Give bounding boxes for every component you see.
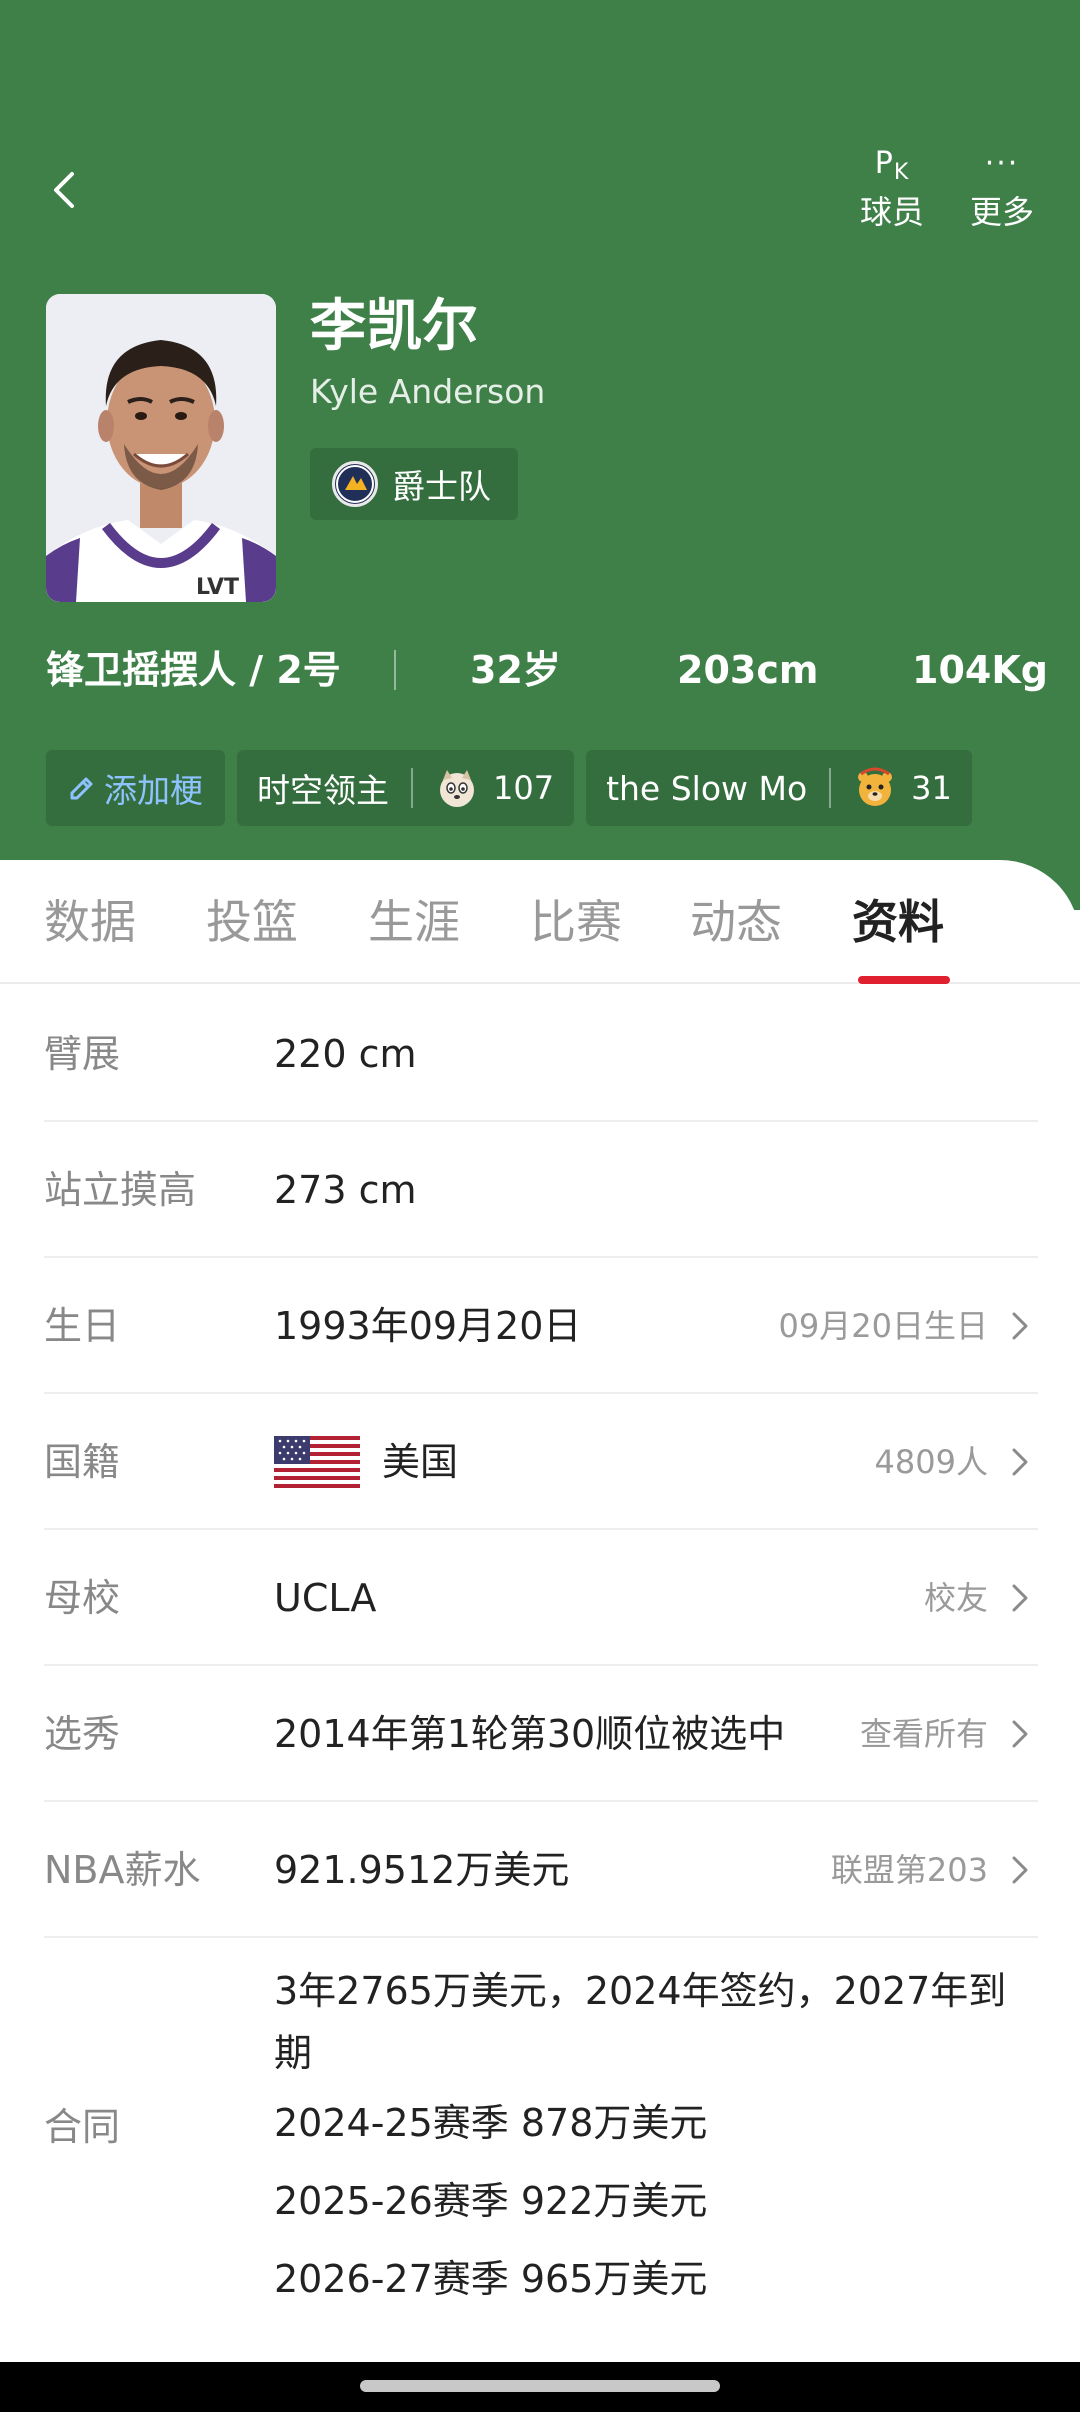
gesture-handle[interactable]	[360, 2380, 720, 2392]
college-label: 母校	[44, 1576, 121, 1620]
contract-row: 合同 3年2765万美元，2024年签约，2027年到期 2024-25赛季 8…	[44, 1940, 1038, 2360]
nickname-chips: 添加梗 时空领主 107 the Slow Mo 31	[46, 750, 984, 826]
pk-player-button[interactable]: PK 球员	[842, 140, 942, 232]
player-height: 203cm	[677, 648, 819, 692]
wingspan-value: 220 cm	[274, 1032, 417, 1076]
salary-value: 921.9512万美元	[274, 1848, 570, 1892]
contract-label: 合同	[44, 2105, 121, 2149]
player-profile-page: PK 球员 ··· 更多 LVT 李凯尔 Kyle Anderson 爵士队 锋…	[0, 0, 1080, 2412]
player-basic-stats: 锋卫摇摆人 / 2号 32岁 203cm 104Kg	[0, 640, 1080, 700]
birthday-label: 生日	[44, 1304, 121, 1348]
player-header: PK 球员 ··· 更多 LVT 李凯尔 Kyle Anderson 爵士队 锋…	[0, 0, 1080, 910]
dog-emoji-icon	[440, 770, 474, 807]
wingspan-row: 臂展 220 cm	[44, 986, 1038, 1122]
contract-summary: 3年2765万美元，2024年签约，2027年到期	[274, 1969, 1007, 2075]
salary-row[interactable]: NBA薪水 921.9512万美元 联盟第203	[44, 1802, 1038, 1938]
tab-data[interactable]: 数据	[44, 894, 136, 950]
pk-icon: PK	[874, 146, 910, 185]
more-dots-icon: ···	[984, 146, 1020, 181]
standing-reach-label: 站立摸高	[44, 1168, 197, 1212]
contract-season: 2026-27赛季 965万美元	[274, 2257, 708, 2301]
profile-content: 数据 投篮 生涯 比赛 动态 资料 臂展 220 cm 站立摸高 273 cm …	[0, 860, 1080, 2360]
nickname-count: 31	[911, 769, 952, 807]
nationality-label: 国籍	[44, 1440, 121, 1484]
player-name-cn: 李凯尔	[310, 294, 478, 359]
tab-bar: 数据 投篮 生涯 比赛 动态 资料	[0, 860, 1080, 984]
chip-divider	[411, 768, 413, 808]
contract-season: 2025-26赛季 922万美元	[274, 2179, 708, 2223]
wingspan-label: 臂展	[44, 1032, 121, 1076]
tab-career[interactable]: 生涯	[368, 894, 460, 950]
active-tab-indicator	[858, 976, 950, 984]
college-value: UCLA	[274, 1576, 377, 1620]
birthday-action[interactable]: 09月20日生日	[779, 1258, 988, 1394]
chevron-right-icon	[1012, 1856, 1028, 1884]
chevron-left-icon	[54, 172, 74, 208]
pk-label: 球员	[859, 193, 924, 231]
add-nickname-button[interactable]: 添加梗	[46, 750, 225, 826]
team-chip[interactable]: 爵士队	[310, 448, 518, 520]
jazz-team-logo-icon	[332, 461, 378, 507]
player-avatar: LVT	[46, 294, 276, 602]
nationality-value: 美国	[382, 1440, 459, 1484]
nickname-chip[interactable]: the Slow Mo 31	[586, 750, 972, 826]
add-nickname-label: 添加梗	[104, 771, 203, 810]
tab-profile[interactable]: 资料	[852, 894, 944, 950]
college-action[interactable]: 校友	[924, 1530, 988, 1666]
chip-divider	[829, 768, 832, 808]
more-button[interactable]: ··· 更多	[952, 140, 1052, 232]
nationality-row[interactable]: 国籍 美国 4809人	[44, 1394, 1038, 1530]
position-number: 锋卫摇摆人 / 2号	[46, 648, 341, 692]
player-weight: 104Kg	[912, 648, 1048, 692]
nickname-chip[interactable]: 时空领主 107	[237, 750, 575, 826]
draft-action[interactable]: 查看所有	[860, 1666, 988, 1802]
birthday-value: 1993年09月20日	[274, 1304, 582, 1348]
standing-reach-value: 273 cm	[274, 1168, 417, 1212]
chevron-right-icon	[1012, 1448, 1028, 1476]
salary-action[interactable]: 联盟第203	[831, 1802, 988, 1938]
salary-label: NBA薪水	[44, 1848, 201, 1892]
contract-details: 3年2765万美元，2024年签约，2027年到期 2024-25赛季 878万…	[274, 1960, 1044, 2318]
team-name: 爵士队	[392, 467, 491, 506]
draft-label: 选秀	[44, 1712, 121, 1756]
tab-news[interactable]: 动态	[690, 894, 782, 950]
player-age: 32岁	[470, 648, 561, 692]
nationality-action[interactable]: 4809人	[875, 1394, 988, 1530]
chevron-right-icon	[1012, 1584, 1028, 1612]
nickname-count: 107	[493, 769, 555, 807]
bear-emoji-icon	[858, 767, 893, 806]
chevron-right-icon	[1012, 1312, 1028, 1340]
stats-divider	[394, 650, 396, 690]
draft-row[interactable]: 选秀 2014年第1轮第30顺位被选中 查看所有	[44, 1666, 1038, 1802]
birthday-row[interactable]: 生日 1993年09月20日 09月20日生日	[44, 1258, 1038, 1394]
tab-games[interactable]: 比赛	[530, 894, 622, 950]
standing-reach-row: 站立摸高 273 cm	[44, 1122, 1038, 1258]
system-navigation-bar	[0, 2362, 1080, 2412]
nickname-label: 时空领主	[257, 771, 389, 810]
pencil-icon	[70, 777, 93, 800]
draft-value: 2014年第1轮第30顺位被选中	[274, 1712, 786, 1756]
us-flag-icon	[274, 1436, 360, 1488]
more-label: 更多	[969, 193, 1034, 231]
jersey-logo-text: LVT	[196, 575, 239, 600]
college-row[interactable]: 母校 UCLA 校友	[44, 1530, 1038, 1666]
tab-shooting[interactable]: 投篮	[206, 894, 298, 950]
contract-season: 2024-25赛季 878万美元	[274, 2101, 708, 2145]
back-button[interactable]	[40, 160, 90, 220]
nickname-label: the Slow Mo	[606, 768, 808, 808]
player-name-en: Kyle Anderson	[310, 372, 546, 411]
chevron-right-icon	[1012, 1720, 1028, 1748]
